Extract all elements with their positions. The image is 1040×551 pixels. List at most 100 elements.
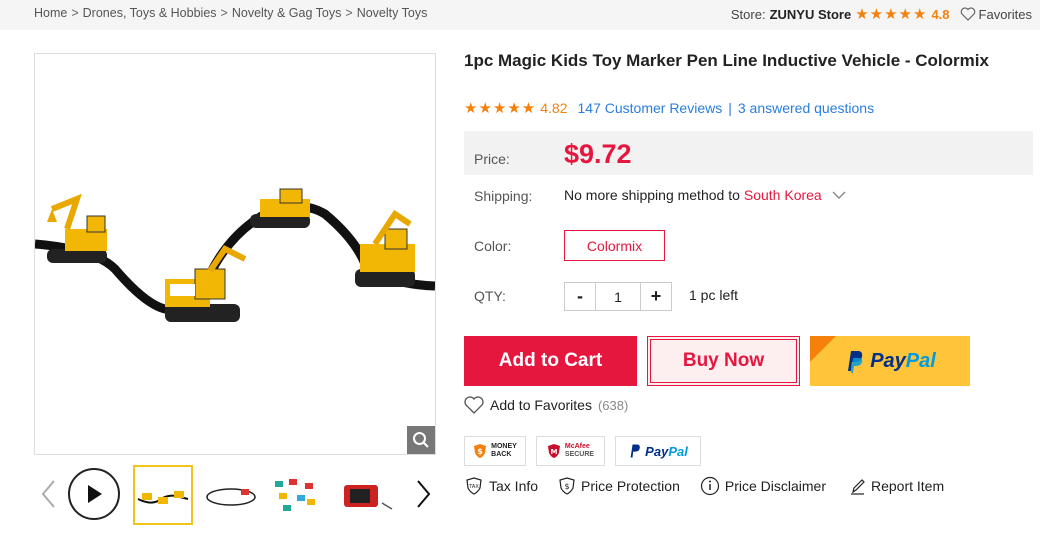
shipping-label: Shipping: xyxy=(474,188,533,204)
paypal-word-pal: Pal xyxy=(905,349,936,372)
breadcrumb-drones-toys-hobbies[interactable]: Drones, Toys & Hobbies xyxy=(83,6,217,20)
flash-icon xyxy=(810,336,836,362)
paypal-word-pay: Pay xyxy=(870,349,906,372)
product-title: 1pc Magic Kids Toy Marker Pen Line Induc… xyxy=(464,51,989,70)
breadcrumb: Home > Drones, Toys & Hobbies > Novelty … xyxy=(34,6,427,20)
tax-info-label: Tax Info xyxy=(489,478,539,494)
paypal-badge-pay: Pay xyxy=(645,443,669,459)
paypal-button[interactable]: PayPal xyxy=(810,336,970,386)
color-label: Color: xyxy=(474,238,512,254)
paypal-badge: PayPal xyxy=(615,436,701,466)
pencil-icon xyxy=(850,479,865,495)
top-bar: Home > Drones, Toys & Hobbies > Novelty … xyxy=(0,0,1040,30)
store-name-link[interactable]: ZUNYU Store xyxy=(770,7,852,22)
answered-questions-link[interactable]: 3 answered questions xyxy=(738,100,874,116)
report-item-link[interactable]: Report Item xyxy=(850,476,944,496)
main-product-image[interactable] xyxy=(34,53,436,455)
add-to-favorites-button[interactable]: Add to Favorites (638) xyxy=(464,396,628,414)
thumbnail-image xyxy=(137,491,189,504)
info-icon xyxy=(700,476,719,496)
buy-now-button[interactable]: Buy Now xyxy=(647,336,800,386)
product-rating-row: ★★★★★ 4.82 147 Customer Reviews | 3 answ… xyxy=(464,99,874,117)
paypal-badge-pal: Pal xyxy=(668,443,688,459)
thumbnail-4[interactable] xyxy=(336,465,396,525)
money-back-text: MONEY BACK xyxy=(491,443,517,459)
mcafee-line-2: SECURE xyxy=(564,451,595,458)
chevron-down-icon xyxy=(832,191,846,199)
magnifier-icon xyxy=(413,432,429,448)
shipping-selector[interactable]: No more shipping method to South Korea xyxy=(564,187,846,203)
shipping-text: No more shipping method to xyxy=(564,187,740,203)
price-box: Price: $9.72 xyxy=(464,131,1033,175)
price-value: $9.72 xyxy=(564,139,632,169)
paypal-wordmark: PayPal xyxy=(870,350,936,373)
price-protection-link[interactable]: $ Price Protection xyxy=(558,476,680,496)
paypal-logo-icon xyxy=(630,444,640,458)
breadcrumb-novelty-toys[interactable]: Novelty Toys xyxy=(357,6,428,20)
favorites-button[interactable]: Favorites xyxy=(960,7,1032,22)
color-option-colormix[interactable]: Colormix xyxy=(564,230,665,261)
add-to-favorites-label: Add to Favorites xyxy=(490,397,592,413)
breadcrumb-novelty-gag-toys[interactable]: Novelty & Gag Toys xyxy=(232,6,342,20)
thumbnail-image xyxy=(275,479,315,511)
price-protection-label: Price Protection xyxy=(581,478,680,494)
store-rating-value: 4.8 xyxy=(931,6,950,22)
price-disclaimer-link[interactable]: Price Disclaimer xyxy=(700,476,826,496)
money-back-line-2: BACK xyxy=(491,451,512,458)
favorites-count: (638) xyxy=(597,397,629,413)
qty-label: QTY: xyxy=(474,288,506,304)
tax-icon-text: TAX xyxy=(468,484,479,490)
chevron-right-icon xyxy=(417,480,431,508)
money-back-badge: $ MONEY BACK xyxy=(464,436,526,466)
tax-info-link[interactable]: TAX Tax Info xyxy=(464,476,538,496)
chevron-left-icon xyxy=(41,480,55,508)
paypal-logo-icon xyxy=(848,351,863,373)
price-shield-icon: $ xyxy=(559,477,575,495)
product-photo xyxy=(35,188,435,322)
thumbnail-next-button[interactable] xyxy=(416,479,432,514)
thumbnail-2[interactable] xyxy=(202,465,262,525)
qty-input[interactable]: 1 xyxy=(595,283,641,310)
thumbnail-prev-button[interactable] xyxy=(40,479,56,514)
thumbnail-image xyxy=(344,485,393,510)
svg-text:M: M xyxy=(550,448,557,456)
shield-icon: $ xyxy=(474,444,487,458)
shipping-country: South Korea xyxy=(743,187,822,203)
stock-left-text: 1 pc left xyxy=(689,287,739,303)
zoom-button[interactable] xyxy=(407,426,435,454)
breadcrumb-home[interactable]: Home xyxy=(34,6,67,20)
price-disclaimer-label: Price Disclaimer xyxy=(724,478,826,494)
buy-now-label: Buy Now xyxy=(682,350,765,371)
product-rating-value: 4.82 xyxy=(540,100,568,116)
customer-reviews-link[interactable]: 147 Customer Reviews xyxy=(578,100,723,116)
store-rating-stars: ★★★★★ xyxy=(855,6,928,23)
mcafee-text: McAfee SECURE xyxy=(565,443,594,459)
favorites-label: Favorites xyxy=(978,6,1032,22)
video-play-button[interactable] xyxy=(68,468,120,520)
thumbnail-image xyxy=(206,488,256,506)
heart-icon xyxy=(464,396,484,414)
qty-increase-button[interactable]: + xyxy=(641,283,671,310)
thumbnail-1[interactable] xyxy=(133,465,193,525)
rating-separator: | xyxy=(728,100,732,116)
qty-decrease-button[interactable]: - xyxy=(565,283,595,310)
thumbnail-3[interactable] xyxy=(268,465,328,525)
thumbnail-strip xyxy=(34,463,436,525)
product-rating-stars: ★★★★★ xyxy=(464,100,537,117)
svg-text:$: $ xyxy=(477,447,483,456)
svg-text:$: $ xyxy=(564,482,569,491)
heart-icon xyxy=(960,7,975,21)
add-to-cart-button[interactable]: Add to Cart xyxy=(464,336,637,386)
store-prefix: Store: xyxy=(730,6,766,22)
mcafee-secure-badge: M McAfee SECURE xyxy=(536,436,605,466)
info-links: TAX Tax Info $ Price Protection Price Di… xyxy=(464,476,944,496)
money-back-line-1: MONEY xyxy=(491,443,517,450)
play-icon xyxy=(88,485,102,503)
tax-shield-icon: TAX xyxy=(466,477,482,495)
trust-badges: $ MONEY BACK M McAfee SECURE PayPal xyxy=(464,436,701,466)
breadcrumb-separator: > xyxy=(220,6,228,20)
store-info: Store: ZUNYU Store ★★★★★ 4.8 Favorites xyxy=(731,5,1032,23)
mcafee-shield-icon: M xyxy=(547,444,560,458)
mcafee-line-1: McAfee xyxy=(564,443,590,450)
report-item-label: Report Item xyxy=(870,478,945,494)
